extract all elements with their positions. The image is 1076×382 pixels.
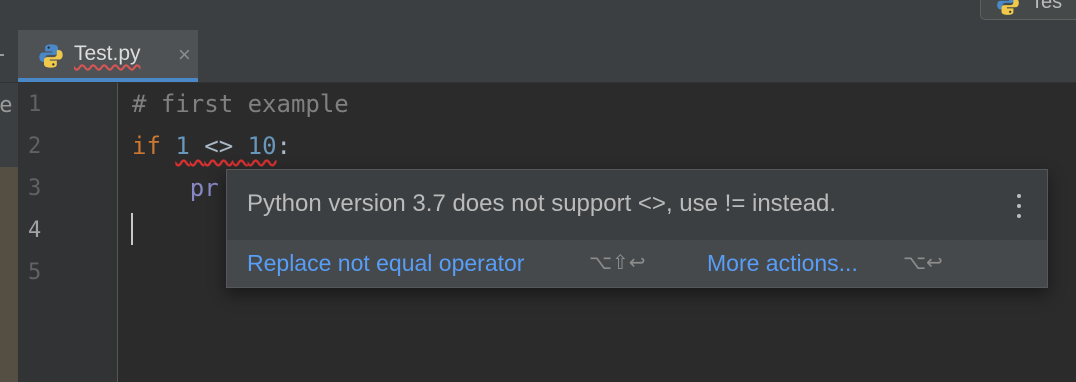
line-number-current: 4 bbox=[28, 218, 42, 243]
close-tab-icon[interactable]: × bbox=[178, 42, 191, 68]
code-operator: <> bbox=[204, 132, 234, 160]
code-comment: # first example bbox=[132, 90, 349, 118]
tab-test-py[interactable]: Test.py × bbox=[18, 30, 198, 82]
selected-row-highlight bbox=[0, 167, 18, 382]
run-configuration-label: Tes bbox=[1031, 0, 1063, 13]
more-options-icon[interactable] bbox=[1011, 192, 1027, 220]
editor-tab-bar: Test.py × bbox=[0, 30, 1076, 83]
error-highlight[interactable]: 1 <> 10 bbox=[175, 132, 276, 160]
more-actions-link[interactable]: More actions... bbox=[707, 250, 858, 277]
tab-scroll-indicator bbox=[0, 54, 4, 56]
more-actions-shortcut-hint: ⌥↩ bbox=[903, 250, 943, 274]
active-tab-indicator bbox=[18, 78, 198, 82]
line-number: 3 bbox=[28, 176, 42, 201]
gutter-divider bbox=[117, 83, 118, 382]
code-line-3[interactable]: pr bbox=[132, 174, 219, 202]
line-number: 5 bbox=[28, 260, 42, 285]
replace-shortcut-hint: ⌥⇧↩ bbox=[589, 250, 646, 274]
code-line-2[interactable]: if 1 <> 10: bbox=[132, 132, 291, 160]
python-icon bbox=[995, 0, 1021, 19]
title-bar: Tes bbox=[0, 0, 1076, 31]
replace-not-equal-operator-link[interactable]: Replace not equal operator bbox=[247, 250, 524, 277]
line-number: 1 bbox=[28, 92, 42, 117]
inspection-popup: Python version 3.7 does not support <>, … bbox=[226, 169, 1048, 288]
inspection-message: Python version 3.7 does not support <>, … bbox=[247, 190, 837, 217]
text-caret bbox=[131, 213, 133, 245]
project-panel-edge: Me bbox=[0, 83, 18, 382]
code-number: 1 bbox=[175, 132, 190, 160]
quick-fix-bar: Replace not equal operator ⌥⇧↩ More acti… bbox=[227, 240, 1047, 287]
run-configuration-selector[interactable]: Tes bbox=[980, 0, 1076, 20]
clipped-panel-text: Me bbox=[0, 93, 13, 118]
code-partial-token: pr bbox=[189, 174, 219, 202]
code-number: 10 bbox=[247, 132, 277, 160]
tab-title: Test.py bbox=[74, 42, 141, 65]
code-colon: : bbox=[276, 132, 291, 160]
code-line-1[interactable]: # first example bbox=[132, 90, 349, 118]
line-number: 2 bbox=[28, 134, 42, 159]
code-keyword-if: if bbox=[132, 132, 161, 160]
python-file-icon bbox=[38, 42, 64, 74]
